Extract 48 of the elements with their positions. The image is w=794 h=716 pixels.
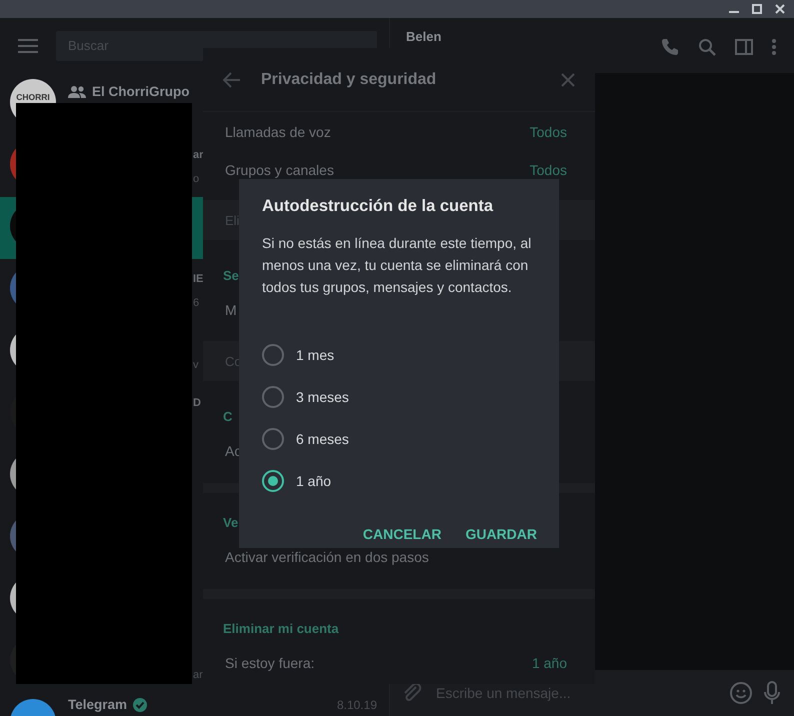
- chat-name: ar: [193, 149, 204, 161]
- dialog-text: Si no estás en línea durante este tiempo, al menos una vez, tu cuenta se eliminará con todos tus grupos, mensajes y contactos.: [262, 234, 532, 297]
- radio-button[interactable]: [262, 386, 284, 408]
- section-title: Se: [223, 267, 239, 285]
- dialog-button[interactable]: CANCELAR: [354, 518, 450, 550]
- verified-icon: [133, 698, 148, 712]
- search-icon[interactable]: [698, 38, 716, 56]
- dialog-title: Autodestrucción de la cuenta: [262, 197, 494, 216]
- radio-button[interactable]: [262, 470, 284, 492]
- chat-preview: o: [193, 173, 200, 185]
- setting-value[interactable]: 1 año: [532, 655, 567, 671]
- section-title: Eliminar mi cuenta: [223, 620, 339, 638]
- radio-button[interactable]: [262, 344, 284, 366]
- menu-icon[interactable]: [18, 38, 38, 52]
- attach-icon[interactable]: [402, 683, 422, 703]
- section-title: C: [223, 408, 232, 426]
- chat-name: D: [193, 397, 201, 409]
- setting-label[interactable]: M: [225, 302, 237, 318]
- chat-preview: ar: [193, 669, 203, 681]
- radio-label[interactable]: 1 mes: [296, 347, 334, 363]
- chat-name: IE: [193, 273, 204, 285]
- chat-preview: v: [193, 359, 198, 371]
- setting-value[interactable]: Todos: [530, 162, 567, 178]
- group-icon: [68, 86, 86, 98]
- chat-title: Belen: [406, 29, 442, 44]
- setting-label[interactable]: Grupos y canales: [225, 162, 334, 178]
- back-arrow-icon[interactable]: [223, 72, 241, 88]
- maximize-icon[interactable]: [752, 4, 762, 14]
- radio-label[interactable]: 3 meses: [296, 389, 349, 405]
- microphone-icon[interactable]: [764, 681, 780, 705]
- radio-label[interactable]: 6 meses: [296, 431, 349, 447]
- setting-label[interactable]: Activar verificación en dos pasos: [225, 549, 429, 565]
- section-title: Ve: [223, 514, 238, 532]
- sidebar-toggle-icon[interactable]: [735, 39, 753, 55]
- radio-button[interactable]: [262, 428, 284, 450]
- avatar-label: CHORRI: [16, 92, 50, 102]
- phone-icon[interactable]: [661, 38, 679, 56]
- emoji-icon[interactable]: [730, 682, 752, 704]
- chat-name: Telegram: [68, 697, 128, 712]
- more-icon[interactable]: [772, 39, 776, 55]
- dialog-button[interactable]: GUARDAR: [457, 518, 545, 550]
- radio-label[interactable]: 1 año: [296, 473, 332, 489]
- panel-title: Privacidad y seguridad: [261, 70, 438, 88]
- chat-preview: 6: [193, 297, 200, 309]
- setting-value[interactable]: Todos: [530, 124, 567, 140]
- setting-label[interactable]: Si estoy fuera:: [225, 655, 314, 671]
- chat-name: El ChorriGrupo: [92, 84, 190, 99]
- setting-label[interactable]: Llamadas de voz: [225, 124, 331, 140]
